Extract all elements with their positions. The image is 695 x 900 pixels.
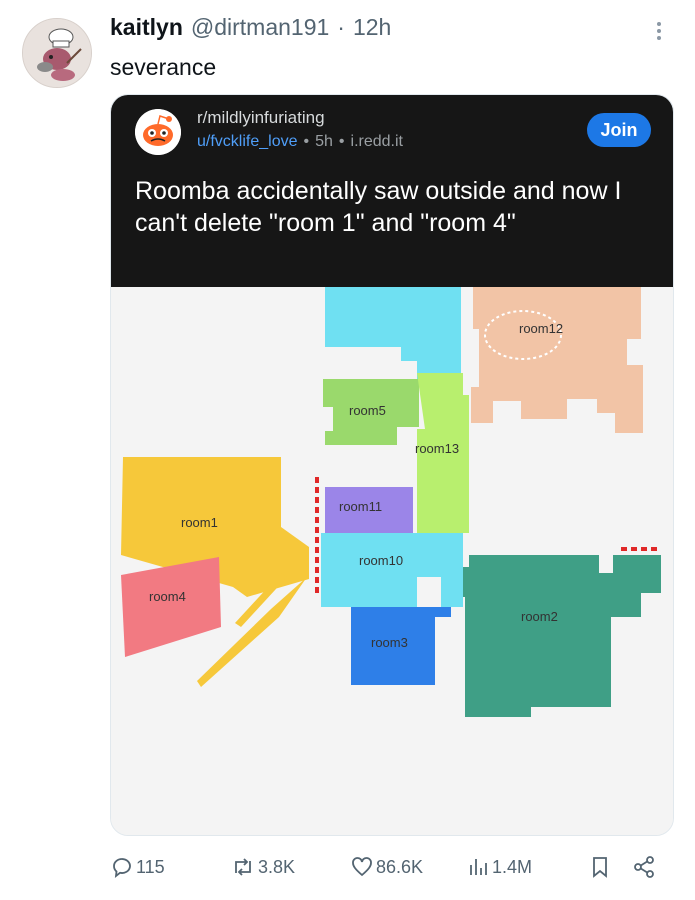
repost-count: 3.8K [258,856,296,877]
timestamp[interactable]: 12h [353,14,391,41]
room10-shape [321,533,463,607]
room-label-room3: room3 [371,635,408,650]
views-icon [470,859,487,875]
tweet-text: severance [110,54,217,80]
avatar[interactable] [22,18,92,88]
views-count: 1.4M [492,856,533,877]
more-options-icon[interactable] [652,20,666,46]
post-age: 5h [315,133,333,150]
room-label-room13: room13 [415,441,459,456]
like-count: 86.6K [376,856,424,877]
room-label-room10: room10 [359,553,403,568]
roomba-map: room12 room5 room13 room11 room1 room10 … [111,287,673,835]
reddit-post-meta: u/fvcklife_love • 5h • i.redd.it [197,133,403,151]
room-label-room2: room2 [521,609,558,624]
reply-button[interactable]: 115 [110,855,165,879]
tweet-media[interactable]: r/mildlyinfuriating u/fvcklife_love • 5h… [110,94,674,836]
room-label-room11: room11 [339,499,382,514]
bookmark-icon [593,857,607,878]
tweet-header: kaitlyn @dirtman191 · 12h [110,14,391,41]
room-label-room4: room4 [149,589,186,604]
room-label-room1: room1 [181,515,218,530]
display-name[interactable]: kaitlyn [110,14,183,41]
bookmark-button[interactable] [588,855,612,879]
meta-separator: • [303,133,310,150]
share-button[interactable] [632,855,656,879]
reddit-post-title: Roomba accidentally saw outside and now … [135,177,622,237]
reply-count: 115 [136,856,165,877]
room-label-room12: room12 [519,321,563,336]
room-label-room5: room5 [349,403,386,418]
subreddit-name[interactable]: r/mildlyinfuriating [197,108,325,128]
reddit-username[interactable]: u/fvcklife_love [197,133,298,151]
repost-icon [235,858,251,876]
reply-icon [113,858,131,879]
meta-separator: • [338,133,345,150]
reddit-subreddit-icon [135,109,181,155]
like-button[interactable]: 86.6K [350,855,423,879]
views-button[interactable]: 1.4M [466,855,532,879]
post-domain: i.redd.it [350,133,403,150]
join-button[interactable]: Join [587,113,651,147]
heart-icon [352,857,372,877]
reddit-post-header: r/mildlyinfuriating u/fvcklife_love • 5h… [111,95,673,287]
user-handle[interactable]: @dirtman191 [191,14,329,41]
share-icon [634,856,654,878]
repost-button[interactable]: 3.8K [230,855,295,879]
separator: · [337,14,345,40]
tweet-action-bar: 115 3.8K 86.6K 1.4M [110,855,670,885]
